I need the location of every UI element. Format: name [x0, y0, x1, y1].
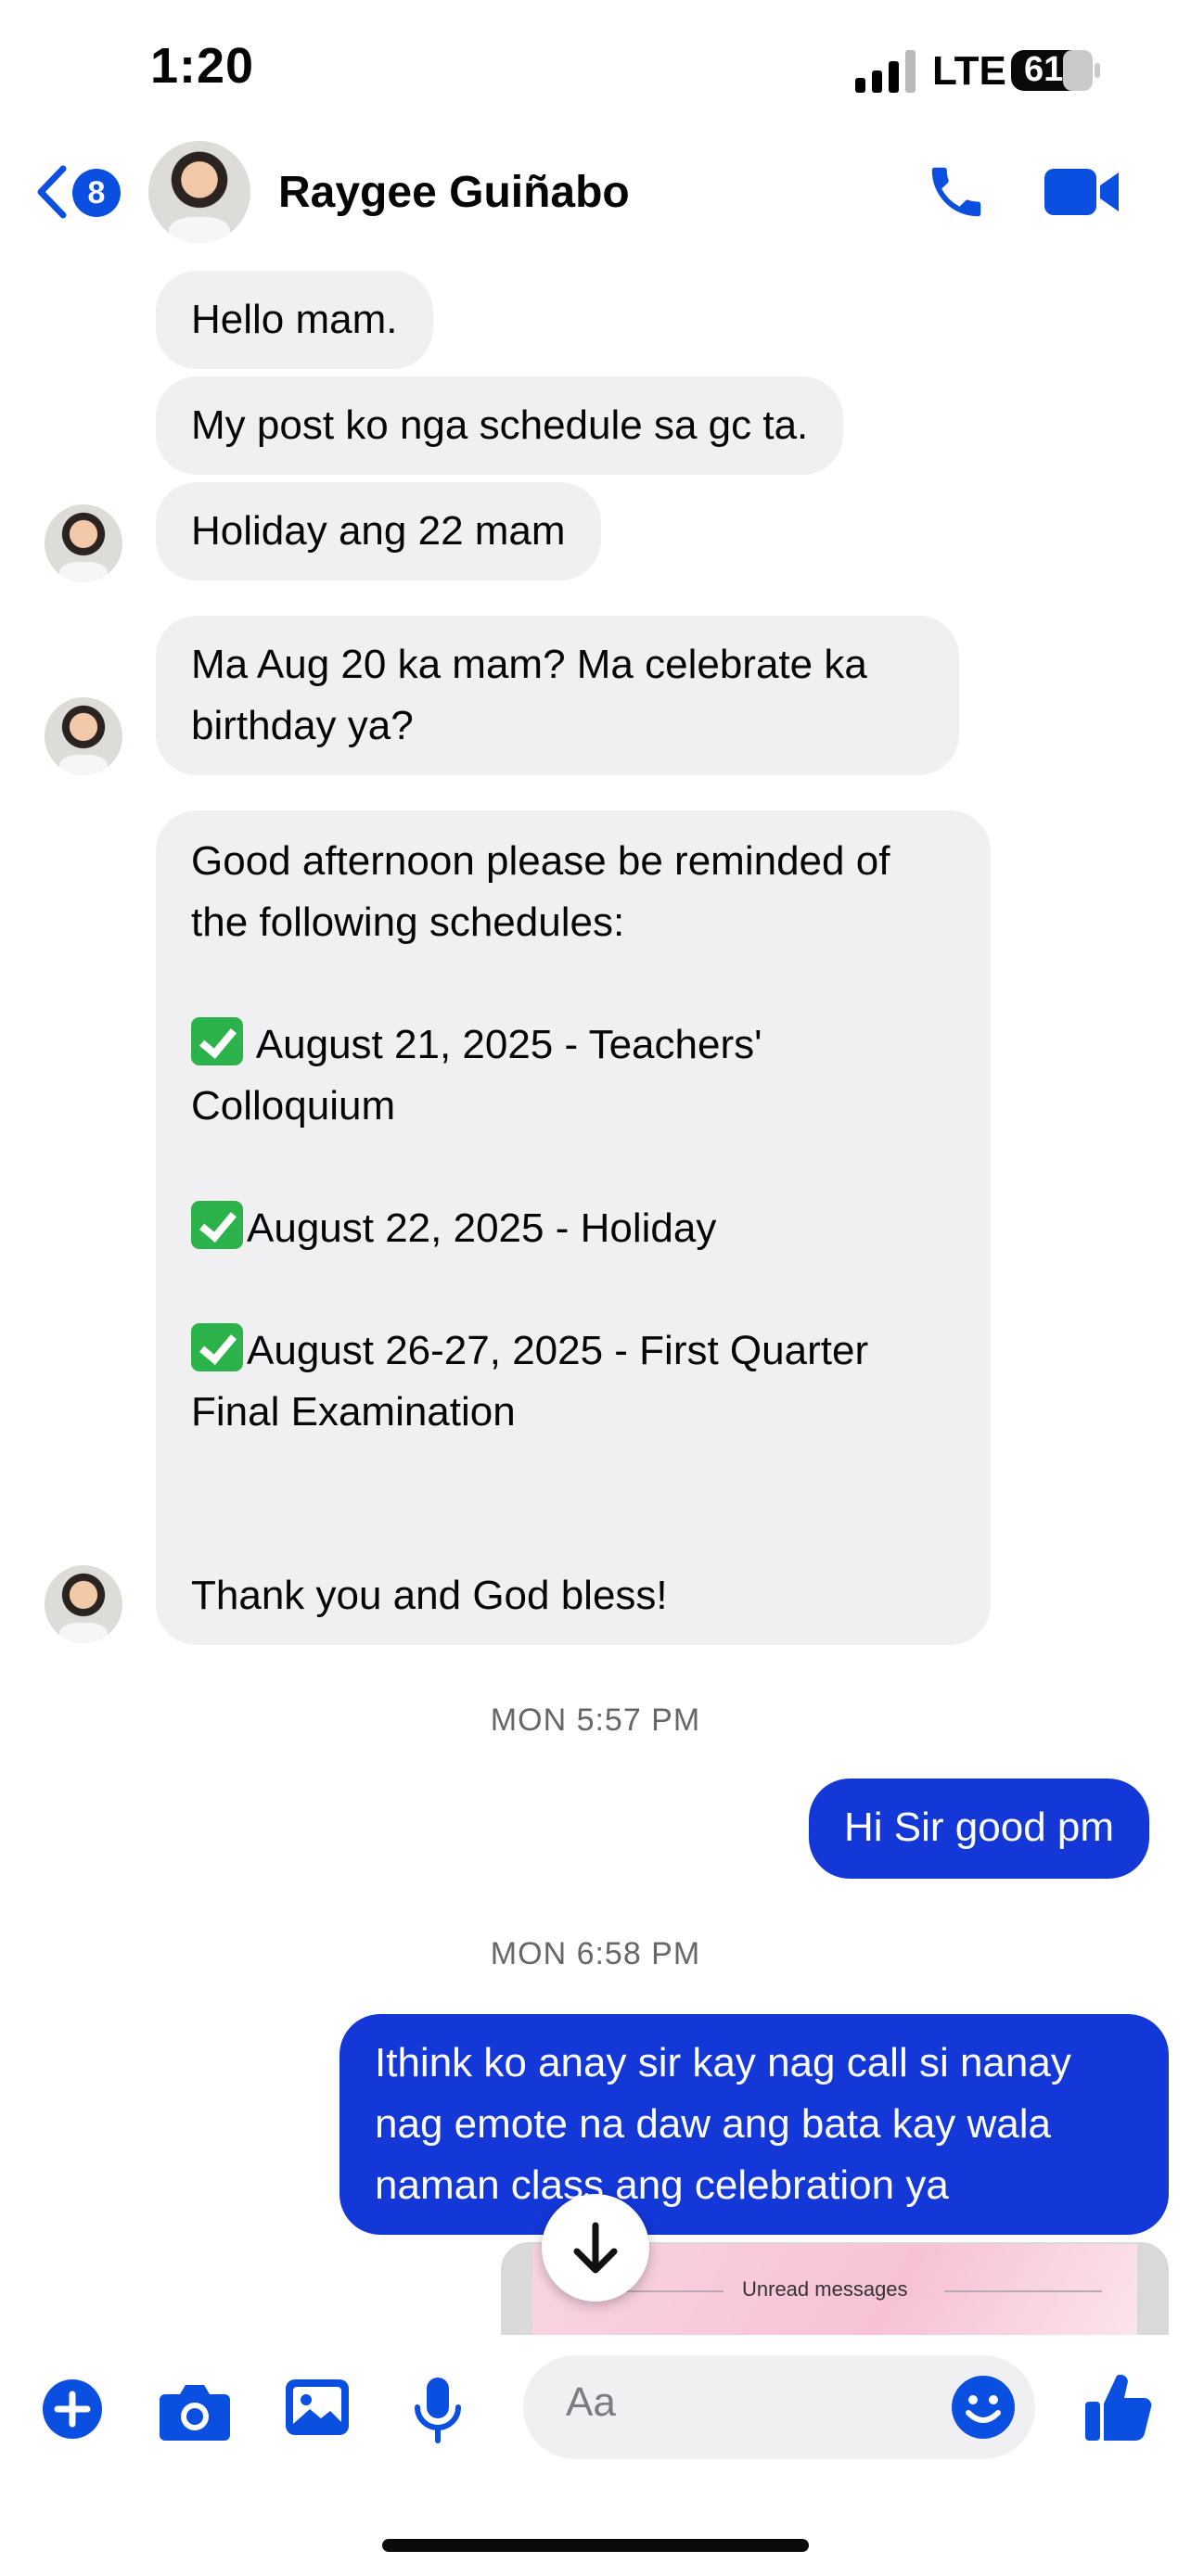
contact-avatar[interactable]	[148, 141, 250, 243]
message-text: Ithink ko anay sir kay nag call si nanay	[375, 2040, 1071, 2085]
message-bubble-incoming[interactable]: Good afternoon please be reminded of the…	[156, 810, 991, 1645]
message-text: August 21, 2025 - Teachers'	[247, 1022, 762, 1067]
message-text: birthday ya?	[191, 703, 414, 748]
video-camera-icon[interactable]	[1044, 165, 1121, 219]
message-text: August 22, 2025 - Holiday	[247, 1205, 717, 1251]
back-button[interactable]: 8	[33, 159, 126, 224]
sender-avatar[interactable]	[45, 504, 122, 582]
timestamp: MON 6:58 PM	[490, 1936, 701, 1971]
message-text: Ma Aug 20 ka mam? Ma celebrate ka	[191, 642, 867, 687]
message-text: Holiday ang 22 mam	[191, 508, 566, 554]
message-text: the following schedules:	[191, 899, 625, 945]
message-text: Good afternoon please be reminded of	[191, 838, 890, 884]
message-bubble-incoming[interactable]: Hello mam.	[156, 271, 433, 369]
arrow-down-icon	[573, 2222, 618, 2274]
timestamp: MON 5:57 PM	[490, 1702, 701, 1738]
scroll-to-bottom-button[interactable]	[542, 2194, 649, 2302]
message-bubble-incoming[interactable]: Ma Aug 20 ka mam? Ma celebrate ka birthd…	[156, 616, 959, 775]
home-indicator	[382, 2539, 809, 2552]
message-bubble-incoming[interactable]: Holiday ang 22 mam	[156, 482, 601, 580]
sender-avatar[interactable]	[45, 1565, 122, 1643]
unread-count: 8	[87, 175, 106, 210]
image-icon[interactable]	[284, 2376, 351, 2439]
message-text: naman class ang celebration ya	[375, 2162, 949, 2208]
microphone-icon[interactable]	[412, 2376, 464, 2444]
message-bubble-outgoing[interactable]: Ithink ko anay sir kay nag call si nanay…	[339, 2014, 1169, 2235]
divider	[944, 2290, 1102, 2292]
message-text: August 26-27, 2025 - First Quarter	[247, 1328, 869, 1373]
unread-count-badge: 8	[72, 169, 121, 217]
message-text: Hello mam.	[191, 297, 398, 342]
unread-messages-label: Unread messages	[742, 2277, 908, 2301]
check-icon	[191, 1201, 243, 1249]
message-text: My post ko nga schedule sa gc ta.	[191, 402, 809, 448]
message-text: Colloquium	[191, 1083, 396, 1129]
signal-icon	[855, 50, 916, 93]
message-bubble-outgoing[interactable]: Hi Sir good pm	[809, 1779, 1150, 1879]
battery-level: 61	[1024, 50, 1064, 89]
camera-icon[interactable]	[160, 2379, 230, 2441]
plus-icon[interactable]	[41, 2378, 104, 2441]
check-icon	[191, 1017, 243, 1065]
battery-indicator: 61	[1011, 48, 1104, 93]
message-text: Hi Sir good pm	[844, 1804, 1115, 1850]
thumbs-up-icon[interactable]	[1085, 2370, 1152, 2442]
message-text: Thank you and God bless!	[191, 1573, 668, 1618]
check-icon	[191, 1323, 243, 1371]
chevron-left-icon	[37, 165, 67, 219]
network-type: LTE	[932, 48, 1006, 94]
message-text: Final Examination	[191, 1389, 516, 1435]
smile-icon[interactable]	[950, 2374, 1017, 2441]
status-time: 1:20	[150, 38, 255, 94]
message-input-placeholder: Aa	[566, 2379, 616, 2425]
sender-avatar[interactable]	[45, 697, 122, 775]
contact-name[interactable]: Raygee Guiñabo	[278, 167, 630, 218]
phone-icon[interactable]	[924, 159, 989, 224]
message-bubble-incoming[interactable]: My post ko nga schedule sa gc ta.	[156, 376, 844, 475]
message-text: nag emote na daw ang bata kay wala	[375, 2101, 1051, 2147]
